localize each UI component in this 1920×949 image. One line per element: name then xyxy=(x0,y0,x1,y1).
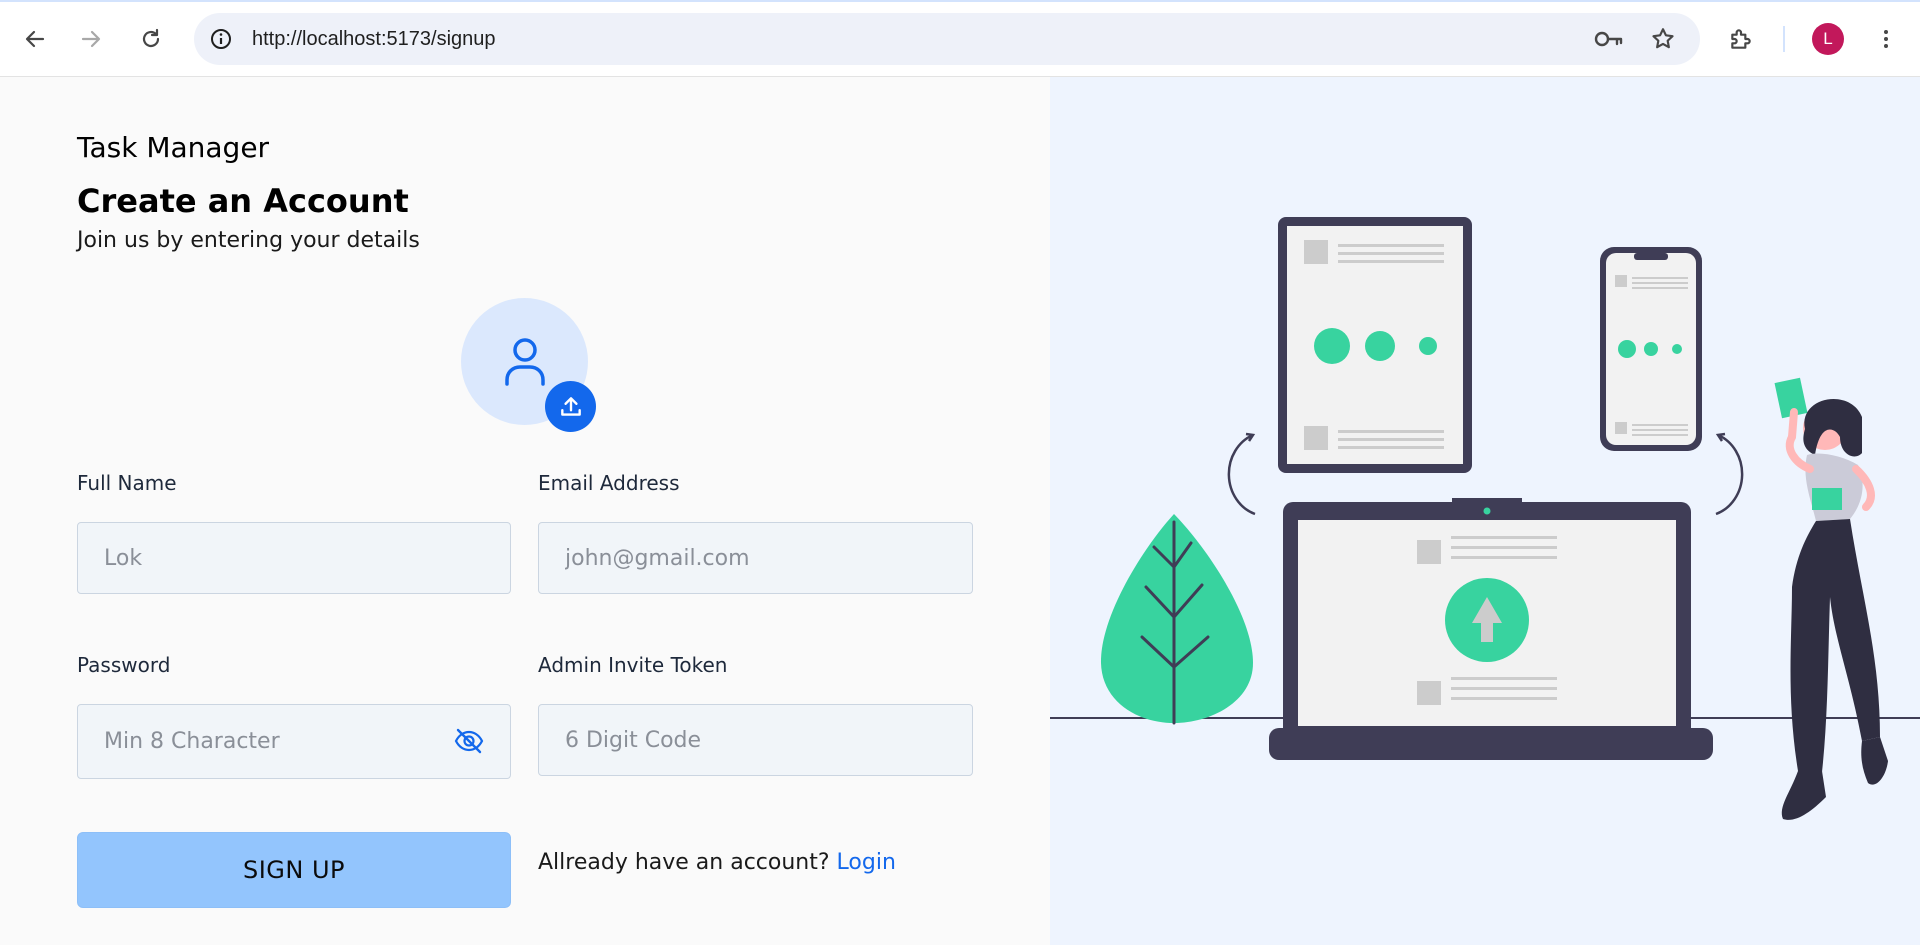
profile-avatar[interactable]: L xyxy=(1812,23,1844,55)
email-input[interactable] xyxy=(539,523,972,593)
site-info-icon[interactable] xyxy=(209,27,233,51)
password-field[interactable] xyxy=(77,704,511,779)
tab-strip-edge xyxy=(0,0,1920,2)
login-link[interactable]: Login xyxy=(837,850,896,875)
admin-token-input[interactable] xyxy=(539,705,972,775)
url-text[interactable]: http://localhost:5173/signup xyxy=(252,28,496,51)
extensions-icon xyxy=(1731,29,1751,49)
admin-token-field[interactable] xyxy=(538,704,973,776)
forward-button[interactable] xyxy=(71,19,111,59)
email-field[interactable] xyxy=(538,522,973,594)
page-subtitle: Join us by entering your details xyxy=(77,228,420,253)
address-bar[interactable]: http://localhost:5173/signup xyxy=(194,13,1700,65)
back-button[interactable] xyxy=(15,19,55,59)
toolbar-separator xyxy=(1783,26,1785,52)
signup-button[interactable]: SIGN UP xyxy=(77,832,511,908)
login-prompt-text: Allready have an account? xyxy=(538,850,830,875)
illustration-pane xyxy=(1050,77,1920,945)
browser-toolbar: http://localhost:5173/signup L xyxy=(0,0,1920,77)
password-key-icon[interactable] xyxy=(1594,26,1624,52)
login-prompt: Allready have an account? Login xyxy=(538,850,896,875)
signup-form-pane: Task Manager Create an Account Join us b… xyxy=(0,77,1050,945)
user-icon xyxy=(505,338,545,386)
forward-icon xyxy=(81,30,101,48)
page-title: Create an Account xyxy=(77,182,409,220)
signup-illustration xyxy=(1050,217,1920,820)
menu-icon xyxy=(1884,30,1888,48)
extensions-button[interactable] xyxy=(1721,19,1761,59)
upload-photo-button[interactable] xyxy=(545,381,596,432)
password-input[interactable] xyxy=(78,705,510,778)
reload-button[interactable] xyxy=(131,19,171,59)
full-name-label: Full Name xyxy=(77,471,177,495)
reload-icon xyxy=(142,28,160,48)
upload-icon xyxy=(560,396,581,416)
brand-name: Task Manager xyxy=(77,131,270,164)
email-label: Email Address xyxy=(538,471,680,495)
full-name-field[interactable] xyxy=(77,522,511,594)
back-icon xyxy=(25,30,45,48)
admin-token-label: Admin Invite Token xyxy=(538,653,728,677)
bookmark-star-icon[interactable] xyxy=(1650,26,1676,52)
browser-menu-button[interactable] xyxy=(1866,19,1906,59)
full-name-input[interactable] xyxy=(78,523,510,593)
eye-off-icon[interactable] xyxy=(454,727,484,755)
signup-page: Task Manager Create an Account Join us b… xyxy=(0,77,1920,945)
password-label: Password xyxy=(77,653,171,677)
